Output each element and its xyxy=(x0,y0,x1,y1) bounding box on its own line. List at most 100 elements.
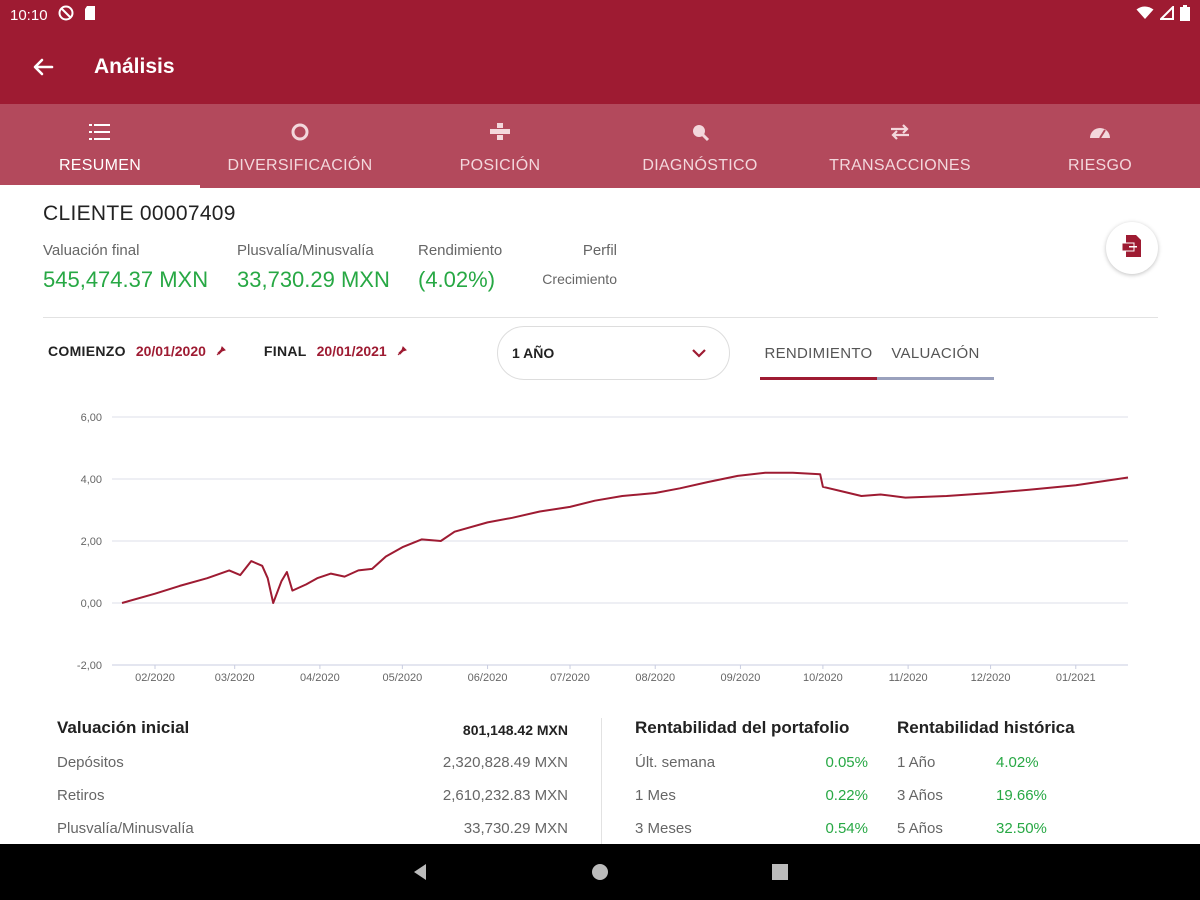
portfolio-return-label: 3 Meses xyxy=(635,820,692,837)
wifi-icon xyxy=(1136,6,1154,24)
divider xyxy=(43,317,1158,318)
tab-label: DIVERSIFICACIÓN xyxy=(227,157,373,174)
x-tick-label: 11/2020 xyxy=(889,672,928,684)
tab-bar: RESUMEN DIVERSIFICACIÓN POSICIÓN DIAGNÓS… xyxy=(0,104,1200,188)
kpi-value: (4.02%) xyxy=(418,267,496,292)
x-tick-label: 12/2020 xyxy=(971,672,1011,684)
period-value: 1 AÑO xyxy=(512,345,555,361)
divider xyxy=(601,718,602,844)
y-tick-label: 2,00 xyxy=(81,536,102,548)
x-tick-label: 06/2020 xyxy=(468,672,508,684)
gauge-icon xyxy=(1088,121,1112,143)
y-tick-label: 4,00 xyxy=(81,474,102,486)
stat-value: 2,320,828.49 MXN xyxy=(442,754,568,771)
stat-label: Plusvalía/Minusvalía xyxy=(57,820,194,837)
start-date[interactable]: 20/01/2020 xyxy=(136,343,206,359)
pin-icon[interactable] xyxy=(216,346,226,356)
x-tick-label: 08/2020 xyxy=(635,672,675,684)
nav-recents-icon[interactable] xyxy=(765,857,795,887)
initial-valuation-value: 801,148.42 MXN xyxy=(462,722,568,738)
kpi-label: Rendimiento xyxy=(418,242,503,259)
y-tick-label: -2,00 xyxy=(77,660,102,672)
kpi-value: 545,474.37 MXN xyxy=(43,267,209,292)
tab-diagnostico[interactable]: DIAGNÓSTICO xyxy=(600,104,800,188)
pdf-icon xyxy=(1121,234,1143,263)
y-tick-label: 6,00 xyxy=(81,412,102,424)
tab-label: POSICIÓN xyxy=(459,157,541,174)
x-tick-label: 04/2020 xyxy=(300,672,340,684)
system-nav-bar xyxy=(0,844,1200,900)
position-icon xyxy=(489,121,511,143)
x-tick-label: 05/2020 xyxy=(382,672,422,684)
status-time: 10:10 xyxy=(10,6,48,24)
tab-diversificacion[interactable]: DIVERSIFICACIÓN xyxy=(200,104,400,188)
historic-return-label: 5 Años xyxy=(897,820,943,837)
segment-rendimiento[interactable]: RENDIMIENTO xyxy=(760,326,877,380)
end-label: FINAL xyxy=(263,343,307,359)
kpi-gain: Plusvalía/Minusvalía 33,730.29 MXN xyxy=(237,242,390,293)
app-bar: Análisis xyxy=(0,30,1200,104)
kpi-label: Valuación final xyxy=(43,242,140,259)
performance-chart: 6,00 4,00 2,00 0,00 -2,00 02/2020 03/2020 04/20… xyxy=(77,412,1129,684)
x-tick-label: 07/2020 xyxy=(550,672,590,684)
x-tick-label: 03/2020 xyxy=(215,672,255,684)
portfolio-return-value: 0.05% xyxy=(825,754,868,771)
client-name: CLIENTE 00007409 xyxy=(43,202,236,225)
back-arrow-icon[interactable] xyxy=(28,52,58,82)
date-range: COMIENZO 20/01/2020 FINAL 20/01/2021 xyxy=(48,343,445,359)
chart-mode-toggle: RENDIMIENTO VALUACIÓN xyxy=(760,326,994,380)
initial-valuation-label: Valuación inicial xyxy=(57,718,190,737)
tab-resumen[interactable]: RESUMEN xyxy=(0,104,200,188)
kpi-profile: Perfil Crecimiento xyxy=(529,242,617,287)
sd-card-icon xyxy=(84,5,96,25)
end-date[interactable]: 20/01/2021 xyxy=(317,343,387,359)
kpi-yield: Rendimiento (4.02%) xyxy=(418,242,502,293)
historic-return-label: 1 Año xyxy=(897,754,936,771)
portfolio-return-value: 0.22% xyxy=(825,787,868,804)
stat-value: 2,610,232.83 MXN xyxy=(442,787,568,804)
historic-return-title: Rentabilidad histórica xyxy=(897,718,1075,737)
series-line xyxy=(121,471,1129,604)
status-bar: 10:10 xyxy=(0,0,1200,30)
x-tick-label: 09/2020 xyxy=(721,672,761,684)
tab-label: DIAGNÓSTICO xyxy=(642,157,758,174)
nav-home-icon[interactable] xyxy=(585,857,615,887)
portfolio-return-label: 1 Mes xyxy=(635,787,676,804)
tab-label: TRANSACCIONES xyxy=(829,157,971,174)
stat-label: Depósitos xyxy=(57,754,124,771)
kpi-value: 33,730.29 MXN xyxy=(237,267,390,292)
x-tick-label: 01/2021 xyxy=(1056,672,1096,684)
historic-return-label: 3 Años xyxy=(897,787,943,804)
summary-content: CLIENTE 00007409 Valuación final 545,474… xyxy=(0,188,1200,844)
historic-return-value: 19.66% xyxy=(996,787,1047,804)
kpi-label: Perfil xyxy=(582,242,617,259)
signal-icon xyxy=(1158,4,1174,24)
kpi-final-valuation: Valuación final 545,474.37 MXN xyxy=(43,242,208,293)
x-tick-label: 02/2020 xyxy=(135,672,175,684)
pin-icon[interactable] xyxy=(397,346,407,356)
period-select[interactable]: 1 AÑO xyxy=(497,326,730,380)
segment-valuacion[interactable]: VALUACIÓN xyxy=(877,326,994,380)
tab-posicion[interactable]: POSICIÓN xyxy=(400,104,600,188)
stat-label: Retiros xyxy=(57,787,105,804)
export-pdf-button[interactable] xyxy=(1106,222,1158,274)
stat-value: 33,730.29 MXN xyxy=(463,820,568,837)
list-icon xyxy=(89,121,111,143)
nav-back-icon[interactable] xyxy=(405,857,435,887)
historic-return-value: 4.02% xyxy=(996,754,1039,771)
do-not-disturb-icon xyxy=(58,5,74,25)
tab-riesgo[interactable]: RIESGO xyxy=(1000,104,1200,188)
kpi-label: Plusvalía/Minusvalía xyxy=(237,242,374,259)
page-title: Análisis xyxy=(94,55,175,78)
portfolio-return-label: Últ. semana xyxy=(635,754,716,771)
donut-icon xyxy=(290,121,310,143)
tab-label: RESUMEN xyxy=(58,157,142,174)
magnify-icon xyxy=(690,121,710,143)
kpi-value: Crecimiento xyxy=(542,271,617,287)
portfolio-return-title: Rentabilidad del portafolio xyxy=(635,718,850,737)
tab-transacciones[interactable]: TRANSACCIONES xyxy=(800,104,1000,188)
tab-label: RIESGO xyxy=(1067,157,1133,174)
portfolio-return-value: 0.54% xyxy=(825,820,868,837)
start-label: COMIENZO xyxy=(48,343,126,359)
battery-icon xyxy=(1180,5,1190,25)
